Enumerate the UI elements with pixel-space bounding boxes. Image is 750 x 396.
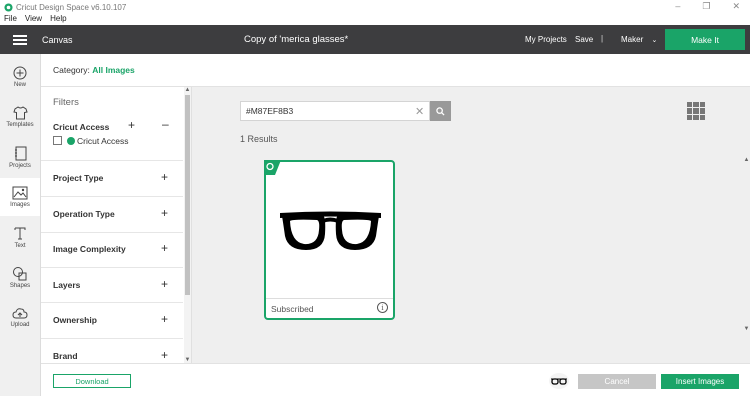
nav-upload[interactable]: Upload xyxy=(0,298,40,336)
filter-label: Project Type xyxy=(53,173,104,183)
glasses-icon xyxy=(280,211,381,250)
nav-new[interactable]: New xyxy=(0,58,40,96)
make-it-button[interactable]: Make It xyxy=(665,29,745,50)
results-scrollbar[interactable]: ▲ ▼ xyxy=(743,157,750,332)
header-separator: | xyxy=(601,34,604,43)
nav-shapes[interactable]: Shapes xyxy=(0,258,40,296)
nav-images[interactable]: Images xyxy=(0,178,40,216)
save-link[interactable]: Save xyxy=(575,35,593,44)
category-bar: Category: All Images xyxy=(41,54,750,87)
scrollbar-thumb[interactable] xyxy=(185,95,190,295)
filter-label: Image Complexity xyxy=(53,244,126,254)
cricut-access-collapse-icon[interactable]: – xyxy=(162,117,169,131)
shapes-icon xyxy=(13,266,27,280)
category-selector[interactable]: Category: All Images xyxy=(53,65,135,75)
notebook-icon xyxy=(14,146,26,160)
filter-label: Layers xyxy=(53,280,81,290)
nav-text-label: Text xyxy=(14,242,26,249)
filter-label: Ownership xyxy=(53,315,97,325)
filter-image-complexity[interactable]: Image Complexity + xyxy=(41,232,183,267)
nav-shapes-label: Shapes xyxy=(9,282,31,289)
search-button[interactable] xyxy=(430,101,451,121)
cricut-access-checkbox[interactable] xyxy=(53,136,62,145)
glasses-icon xyxy=(551,377,567,385)
filter-ownership[interactable]: Ownership + xyxy=(41,302,183,338)
cricut-logo-icon xyxy=(3,2,13,12)
filter-brand[interactable]: Brand + xyxy=(41,338,183,363)
expand-plus-icon[interactable]: + xyxy=(161,312,168,326)
insert-images-button[interactable]: Insert Images xyxy=(661,374,739,389)
cancel-button[interactable]: Cancel xyxy=(578,374,656,389)
card-footer: Subscribed i xyxy=(266,298,393,318)
menu-bar: File View Help xyxy=(0,14,750,25)
image-card[interactable]: Subscribed i xyxy=(264,160,395,320)
filter-operation-type[interactable]: Operation Type + xyxy=(41,196,183,232)
filter-layers[interactable]: Layers + xyxy=(41,267,183,302)
results-area: ✕ 1 Results Subscribed i ▲ ▼ xyxy=(192,87,750,363)
filter-project-type[interactable]: Project Type + xyxy=(41,160,183,196)
nav-projects-label: Projects xyxy=(9,162,31,169)
bottom-bar: Download Cancel Insert Images xyxy=(41,363,750,396)
results-count: 1 Results xyxy=(240,134,278,144)
cloud-upload-icon xyxy=(12,307,28,318)
menu-view[interactable]: View xyxy=(25,14,42,25)
expand-plus-icon[interactable]: + xyxy=(161,170,168,184)
category-label: Category: xyxy=(53,65,90,75)
my-projects-link[interactable]: My Projects xyxy=(525,35,567,44)
nav-templates-label: Templates xyxy=(6,122,34,128)
cricut-access-expand-icon[interactable]: + xyxy=(128,118,135,132)
top-header: Canvas Copy of 'merica glasses* My Proje… xyxy=(0,25,750,54)
section-title: Canvas xyxy=(42,34,73,45)
scroll-up-arrow-icon[interactable]: ▲ xyxy=(743,157,750,163)
filters-title: Filters xyxy=(53,97,79,108)
filters-scrollbar[interactable]: ▲ ▼ xyxy=(184,87,191,363)
nav-projects[interactable]: Projects xyxy=(0,138,40,176)
plus-circle-icon xyxy=(13,66,27,80)
left-nav: New Templates Projects Images Text Shape… xyxy=(0,54,41,396)
window-title: Cricut Design Space v6.10.107 xyxy=(16,2,127,12)
machine-label: Maker xyxy=(621,35,644,44)
grid-view-icon[interactable] xyxy=(687,102,705,120)
filter-label: Operation Type xyxy=(53,209,115,219)
card-status: Subscribed xyxy=(271,304,314,314)
search-input[interactable] xyxy=(246,106,406,116)
hamburger-menu-icon[interactable] xyxy=(13,34,27,45)
text-icon xyxy=(14,227,26,239)
expand-plus-icon[interactable]: + xyxy=(161,206,168,220)
nav-text[interactable]: Text xyxy=(0,218,40,256)
nav-new-label: New xyxy=(13,82,26,88)
selected-image-thumbnail[interactable] xyxy=(549,373,569,389)
filters-panel: Filters Cricut Access + – Cricut Access … xyxy=(41,87,192,363)
machine-dropdown[interactable]: Maker ⌄ xyxy=(621,35,657,44)
category-value[interactable]: All Images xyxy=(92,65,135,75)
expand-plus-icon[interactable]: + xyxy=(161,348,168,362)
shirt-icon xyxy=(12,106,28,120)
window-titlebar: Cricut Design Space v6.10.107 – ❐ ✕ xyxy=(0,0,750,14)
cricut-access-checkbox-label: Cricut Access xyxy=(77,136,129,146)
cricut-access-badge-icon xyxy=(264,160,281,175)
menu-help[interactable]: Help xyxy=(50,14,66,25)
cricut-access-badge-icon xyxy=(67,137,75,145)
cricut-access-heading: Cricut Access xyxy=(53,122,110,132)
scroll-up-arrow-icon[interactable]: ▲ xyxy=(184,87,191,93)
minimize-icon[interactable]: – xyxy=(675,1,680,12)
info-icon[interactable]: i xyxy=(377,302,388,313)
search-icon xyxy=(436,106,445,116)
clear-search-icon[interactable]: ✕ xyxy=(415,105,424,118)
close-window-icon[interactable]: ✕ xyxy=(732,1,740,12)
menu-file[interactable]: File xyxy=(4,14,17,25)
expand-plus-icon[interactable]: + xyxy=(161,277,168,291)
nav-upload-label: Upload xyxy=(10,321,30,328)
nav-images-label: Images xyxy=(10,202,30,208)
filter-label: Brand xyxy=(53,351,78,361)
download-button[interactable]: Download xyxy=(53,374,131,388)
scroll-down-arrow-icon[interactable]: ▼ xyxy=(743,326,750,332)
image-icon xyxy=(12,186,28,200)
nav-templates[interactable]: Templates xyxy=(0,98,40,136)
search-field[interactable]: ✕ xyxy=(240,101,430,121)
expand-plus-icon[interactable]: + xyxy=(161,241,168,255)
chevron-down-icon: ⌄ xyxy=(651,37,658,44)
project-title: Copy of 'merica glasses* xyxy=(244,34,349,45)
maximize-icon[interactable]: ❐ xyxy=(702,1,710,12)
